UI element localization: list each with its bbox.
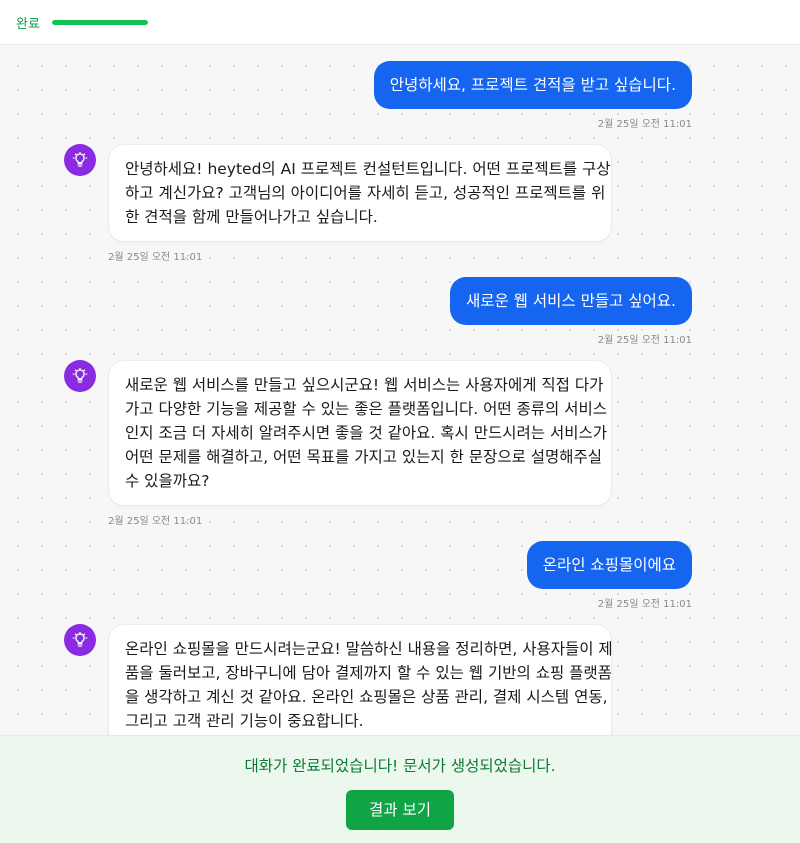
- lightbulb-icon: [72, 632, 88, 647]
- message-timestamp: 2월 25일 오전 11:01: [108, 252, 203, 263]
- message-line: 안녕하세요! heyted의 AI 프로젝트 컨설턴트입니다. 어떤 프로젝트를…: [125, 160, 611, 178]
- assistant-bubble: 온라인 쇼핑몰을 만드시려는군요! 말씀하신 내용을 정리하면, 사용자들이 제…: [108, 624, 613, 735]
- message-line: 그리고 고객 관리 기능이 중요합니다.: [125, 712, 364, 730]
- chat-area[interactable]: 안녕하세요, 프로젝트 견적을 받고 싶습니다. 2월 25일 오전 11:01…: [0, 45, 800, 735]
- message-timestamp: 2월 25일 오전 11:01: [597, 335, 692, 346]
- message-line: 온라인 쇼핑몰을 만드시려는군요! 말씀하신 내용을 정리하면, 사용자들이 제: [125, 640, 613, 658]
- assistant-message: 새로운 웹 서비스를 만들고 싶으시군요! 웹 서비스는 사용자에게 직접 다가…: [64, 360, 612, 527]
- completion-panel: 대화가 완료되었습니다! 문서가 생성되었습니다. 결과 보기: [0, 735, 800, 843]
- assistant-message: 안녕하세요! heyted의 AI 프로젝트 컨설턴트입니다. 어떤 프로젝트를…: [64, 144, 612, 263]
- status-label: 완료: [16, 16, 40, 32]
- message-line: 어떤 문제를 해결하고, 어떤 목표를 가지고 있는지 한 문장으로 설명해주실: [125, 448, 603, 466]
- message-timestamp: 2월 25일 오전 11:01: [597, 599, 692, 610]
- view-result-button[interactable]: 결과 보기: [346, 790, 454, 830]
- user-bubble: 새로운 웹 서비스 만들고 싶어요.: [449, 277, 692, 325]
- message-line: 새로운 웹 서비스를 만들고 싶으시군요! 웹 서비스는 사용자에게 직접 다가: [125, 376, 604, 394]
- message-line: 하고 계신가요? 고객님의 아이디어를 자세히 듣고, 성공적인 프로젝트를 위: [125, 184, 606, 202]
- assistant-avatar: [64, 144, 96, 176]
- user-message: 새로운 웹 서비스 만들고 싶어요. 2월 25일 오전 11:01: [449, 277, 692, 346]
- message-line: 한 견적을 함께 만들어나가고 싶습니다.: [125, 208, 378, 226]
- top-bar: 완료: [0, 0, 800, 45]
- message-line: 수 있을까요?: [125, 472, 210, 490]
- lightbulb-icon: [72, 152, 88, 167]
- assistant-message: 온라인 쇼핑몰을 만드시려는군요! 말씀하신 내용을 정리하면, 사용자들이 제…: [64, 624, 613, 735]
- user-bubble: 온라인 쇼핑몰이에요: [526, 541, 692, 589]
- user-message: 안녕하세요, 프로젝트 견적을 받고 싶습니다. 2월 25일 오전 11:01: [373, 61, 692, 130]
- user-message: 온라인 쇼핑몰이에요 2월 25일 오전 11:01: [526, 541, 692, 610]
- assistant-bubble: 새로운 웹 서비스를 만들고 싶으시군요! 웹 서비스는 사용자에게 직접 다가…: [108, 360, 612, 506]
- completion-message: 대화가 완료되었습니다! 문서가 생성되었습니다.: [244, 757, 556, 775]
- lightbulb-icon: [72, 368, 88, 383]
- message-line: 품을 둘러보고, 장바구니에 담아 결제까지 할 수 있는 웹 기반의 쇼핑 플…: [125, 664, 612, 682]
- message-timestamp: 2월 25일 오전 11:01: [108, 516, 203, 527]
- user-bubble: 안녕하세요, 프로젝트 견적을 받고 싶습니다.: [373, 61, 692, 109]
- assistant-bubble: 안녕하세요! heyted의 AI 프로젝트 컨설턴트입니다. 어떤 프로젝트를…: [108, 144, 612, 242]
- assistant-avatar: [64, 624, 96, 656]
- message-line: 인지 조금 더 자세히 알려주시면 좋을 것 같아요. 혹시 만드시려는 서비스…: [125, 424, 607, 442]
- assistant-avatar: [64, 360, 96, 392]
- progress-fill: [51, 19, 148, 25]
- message-timestamp: 2월 25일 오전 11:01: [597, 119, 692, 130]
- message-line: 을 생각하고 계신 것 같아요. 온라인 쇼핑몰은 상품 관리, 결제 시스템 …: [125, 688, 608, 706]
- message-line: 가고 다양한 기능을 제공할 수 있는 좋은 플랫폼입니다. 어떤 종류의 서비…: [125, 400, 607, 418]
- progress-bar: [51, 19, 148, 25]
